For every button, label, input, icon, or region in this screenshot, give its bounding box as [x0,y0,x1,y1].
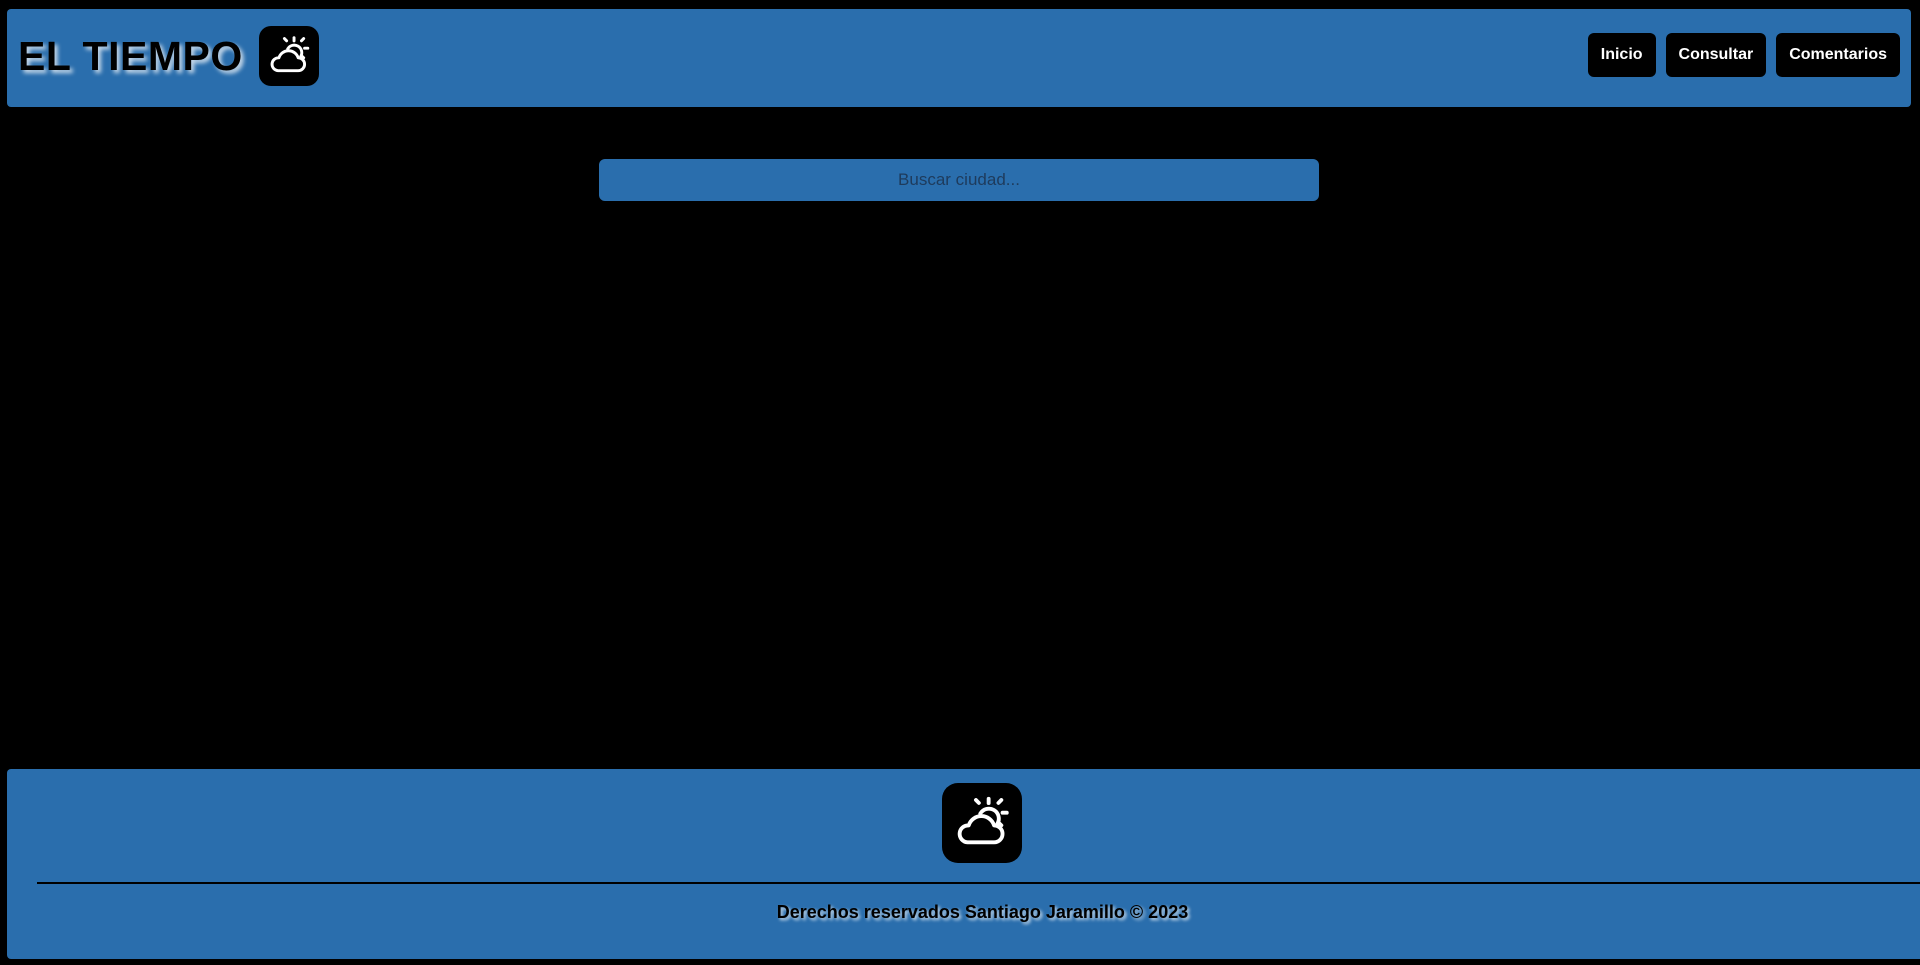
cloud-sun-icon [957,796,1009,845]
nav-consultar-button[interactable]: Consultar [1665,33,1767,77]
header-logo [258,26,319,86]
site-title: EL TIEMPO [18,32,243,79]
site-header: EL TIEMPO Inicio Consultar Comentarios [7,9,1911,107]
main-nav: Inicio Consultar Comentarios [1587,33,1900,77]
footer-divider [37,882,1920,884]
brand: EL TIEMPO [18,26,319,86]
site-footer: Derechos reservados Santiago Jaramillo ©… [7,769,1920,959]
cloud-sun-icon [270,36,309,73]
copyright-text: Derechos reservados Santiago Jaramillo ©… [776,902,1189,922]
nav-inicio-button[interactable]: Inicio [1587,33,1656,77]
nav-comentarios-button[interactable]: Comentarios [1776,33,1900,77]
footer-logo [942,783,1022,863]
city-search-input[interactable] [599,159,1319,201]
